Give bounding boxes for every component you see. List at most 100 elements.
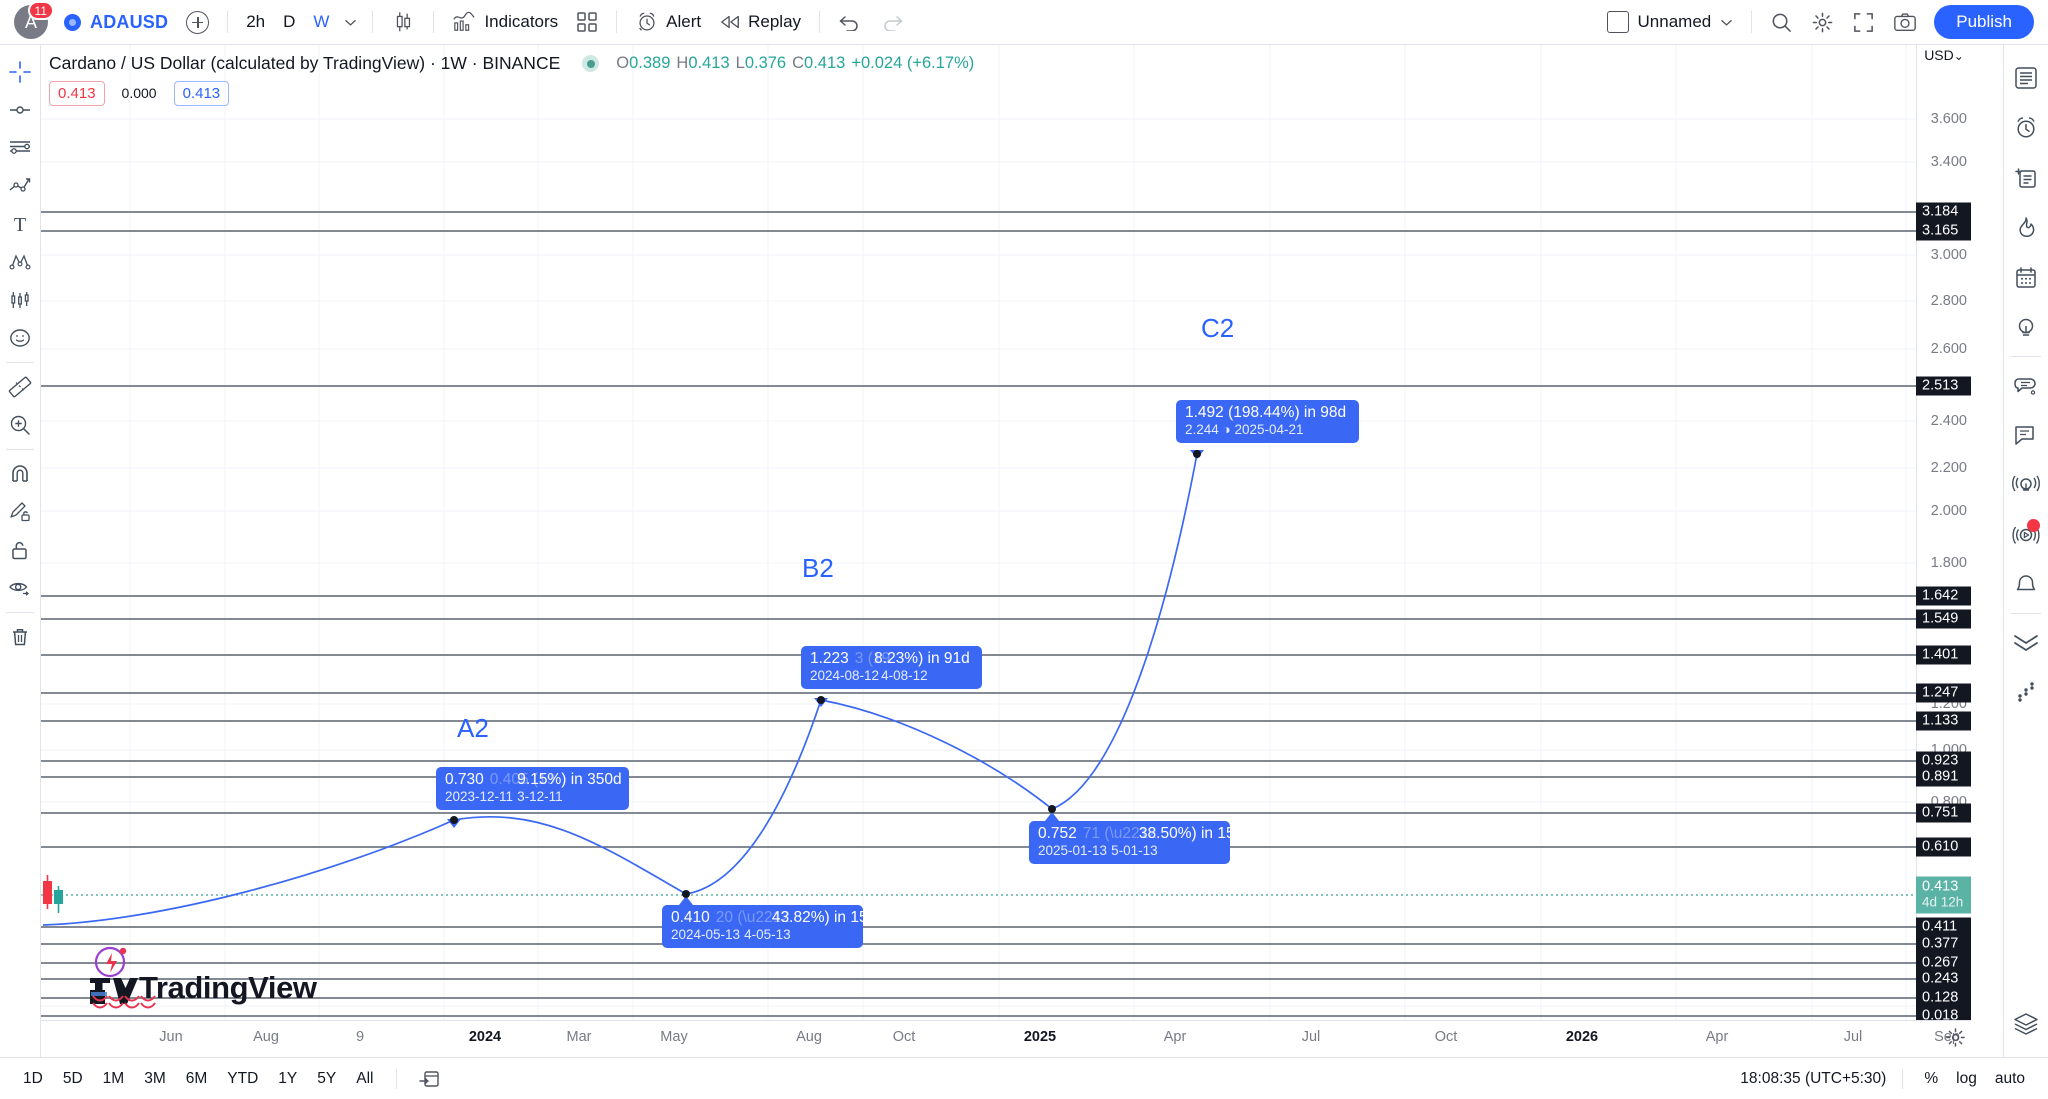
magnet-icon[interactable] [2, 455, 38, 493]
time-axis-settings-button[interactable] [1945, 1027, 1966, 1048]
timeframe-2h[interactable]: 2h [237, 6, 274, 38]
percent-scale-toggle[interactable]: % [1915, 1067, 1947, 1091]
range-5d[interactable]: 5D [54, 1067, 92, 1091]
notification-badge[interactable]: 11 [27, 1, 54, 20]
legend-chip-high[interactable]: 0.413 [49, 81, 105, 106]
user-avatar[interactable]: A 11 [14, 1, 54, 39]
remove-drawings-icon[interactable] [2, 618, 38, 656]
hotlist-fire-icon[interactable] [2007, 203, 2045, 253]
measure-tooltip-a2-drop[interactable]: 0.410 20 (\u221243.82%) in 154d 2024-05-1… [662, 905, 885, 948]
range-1y[interactable]: 1Y [269, 1067, 306, 1091]
public-chats-icon[interactable] [2007, 410, 2045, 460]
chat-cloud-icon[interactable] [2007, 360, 2045, 410]
price-level-badge[interactable]: 1.247 [1916, 683, 1971, 703]
price-level-badge[interactable]: 3.165 [1916, 221, 1971, 241]
chart-plot-area[interactable]: Cardano / US Dollar (calculated by Tradi… [41, 45, 1916, 1057]
pitchfork-trend-icon[interactable] [2, 167, 38, 205]
log-scale-toggle[interactable]: log [1947, 1067, 1986, 1091]
price-level-badge[interactable]: 0.377 [1916, 934, 1971, 954]
broadcasts-icon[interactable] [2007, 460, 2045, 510]
chart-clock[interactable]: 18:08:35 (UTC+5:30) [1740, 1070, 1886, 1088]
trend-line-icon[interactable] [2, 91, 38, 129]
publish-button[interactable]: Publish [1934, 5, 2034, 39]
replay-button[interactable]: Replay [710, 6, 810, 38]
measure-tooltip-b2-drop[interactable]: 0.752 71 (\u221238.50%) in 154d 2025-01-1… [1029, 821, 1252, 864]
dots-settings-icon[interactable] [2007, 667, 2045, 717]
calendar-icon[interactable] [2007, 253, 2045, 303]
auto-scale-toggle[interactable]: auto [1986, 1067, 2034, 1091]
range-5y[interactable]: 5Y [308, 1067, 345, 1091]
price-level-badge[interactable]: 0.610 [1916, 837, 1971, 857]
add-symbol-button[interactable] [177, 6, 218, 38]
go-to-date-button[interactable] [409, 1066, 449, 1092]
anchor-point-c2[interactable] [1193, 450, 1201, 458]
range-all[interactable]: All [347, 1067, 382, 1091]
anchor-point-b2-drop[interactable] [1048, 805, 1056, 813]
layout-name-button[interactable]: Unnamed [1598, 6, 1743, 38]
legend-chip-low[interactable]: 0.413 [173, 81, 230, 106]
redo-button[interactable] [871, 6, 913, 38]
stream-icon[interactable] [2007, 510, 2045, 560]
range-1d[interactable]: 1D [14, 1067, 52, 1091]
measure-tooltip-c2-peak[interactable]: 1.492 (198.44%) in 98d 2.244 ◑ 2025-04-2… [1176, 400, 1359, 443]
chart-pattern-icon[interactable] [2007, 617, 2045, 667]
indicators-button[interactable]: Indicators [443, 6, 567, 38]
templates-button[interactable] [567, 6, 607, 38]
chart-pane[interactable]: Cardano / US Dollar (calculated by Tradi… [41, 45, 1971, 1057]
ideas-bulb-icon[interactable] [2007, 303, 2045, 353]
price-scale-currency[interactable]: USD⌄ [1917, 47, 1971, 63]
measure-ruler-icon[interactable] [2, 368, 38, 406]
wave-label-c2[interactable]: C2 [1201, 313, 1234, 344]
wave-label-a2[interactable]: A2 [457, 713, 489, 744]
object-tree-icon[interactable] [2007, 999, 2045, 1049]
range-1m[interactable]: 1M [94, 1067, 134, 1091]
price-level-badge[interactable]: 0.751 [1916, 803, 1971, 823]
alerts-clock-icon[interactable] [2007, 103, 2045, 153]
timeframe-d[interactable]: D [274, 6, 304, 38]
patterns-icon[interactable] [2, 243, 38, 281]
forecast-position-icon[interactable] [2, 281, 38, 319]
price-level-badge[interactable]: 1.133 [1916, 711, 1971, 731]
range-ytd[interactable]: YTD [218, 1067, 267, 1091]
emoji-icon[interactable] [2, 319, 38, 357]
anchor-point-a2[interactable] [450, 816, 458, 824]
wave-label-b2[interactable]: B2 [802, 553, 834, 584]
search-button[interactable] [1761, 6, 1802, 38]
notifications-bell-icon[interactable] [2007, 560, 2045, 610]
text-tool-icon[interactable]: T [2, 205, 38, 243]
range-6m[interactable]: 6M [177, 1067, 217, 1091]
time-axis[interactable]: Jun Aug 9 2024 Mar May Aug Oct 2025 Apr … [41, 1020, 1971, 1057]
price-level-badge[interactable]: 1.642 [1916, 586, 1971, 606]
undo-button[interactable] [829, 6, 871, 38]
fullscreen-button[interactable] [1843, 6, 1884, 38]
cursor-cross-icon[interactable] [2, 53, 38, 91]
hide-drawings-icon[interactable] [2, 569, 38, 607]
range-3m[interactable]: 3M [135, 1067, 175, 1091]
alert-button[interactable]: Alert [626, 6, 710, 38]
timeframe-dropdown-button[interactable] [338, 6, 363, 38]
zoom-in-icon[interactable] [2, 406, 38, 444]
watchlist-icon[interactable] [2007, 53, 2045, 103]
price-level-badge[interactable]: 0.128 [1916, 988, 1971, 1008]
settings-button[interactable] [1802, 6, 1843, 38]
price-level-badge[interactable]: 3.184 [1916, 202, 1971, 222]
price-level-badge[interactable]: 0.243 [1916, 969, 1971, 989]
price-scale[interactable]: USD⌄ 3.600 3.400 3.000 2.800 2.600 2.400… [1916, 45, 1971, 1057]
price-level-badge[interactable]: 1.549 [1916, 609, 1971, 629]
fib-retracement-icon[interactable] [2, 129, 38, 167]
price-level-badge[interactable]: 1.401 [1916, 645, 1971, 665]
anchor-point-b2[interactable] [817, 696, 825, 704]
price-level-badge[interactable]: 2.513 [1916, 376, 1971, 396]
timeframe-w[interactable]: W [304, 6, 338, 38]
measure-tooltip-b2-leg[interactable]: 1.223 3 (198.23%) in 91d 2024-08-12 4-08-1… [801, 646, 982, 689]
lock-drawings-icon[interactable] [2, 531, 38, 569]
current-price-badge[interactable]: 0.413 4d 12h [1916, 876, 1971, 914]
snapshot-button[interactable] [1884, 6, 1926, 38]
drawing-mode-lock-icon[interactable] [2, 493, 38, 531]
price-level-badge[interactable]: 0.891 [1916, 767, 1971, 787]
anchor-point-a2-drop[interactable] [682, 890, 690, 898]
measure-tooltip-a2-leg[interactable]: 0.730 0.405 (199.15%) in 350d 2023-12-11 3… [436, 767, 629, 810]
chart-style-button[interactable] [382, 6, 424, 38]
symbol-search-button[interactable]: ADAUSD [60, 6, 177, 38]
data-window-icon[interactable] [2007, 153, 2045, 203]
